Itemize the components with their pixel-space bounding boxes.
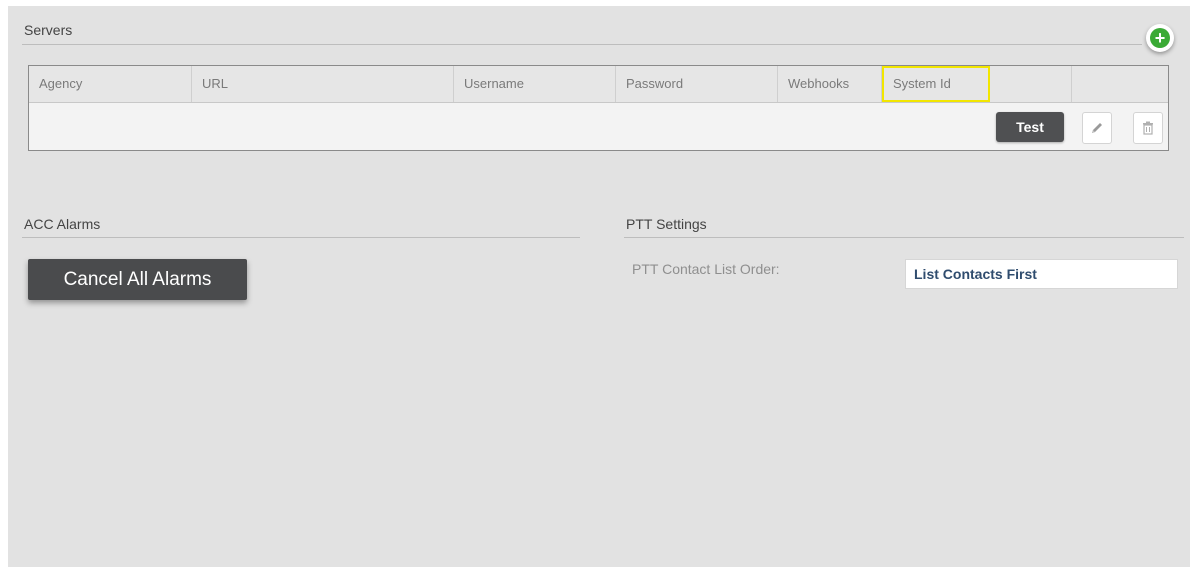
test-button[interactable]: Test <box>996 112 1064 142</box>
column-header-password[interactable]: Password <box>616 66 778 102</box>
acc-alarms-section-title: ACC Alarms <box>24 216 101 232</box>
ptt-settings-divider <box>624 237 1184 238</box>
trash-icon <box>1143 121 1153 135</box>
cancel-all-alarms-button[interactable]: Cancel All Alarms <box>28 259 247 300</box>
settings-panel: Servers + Agency URL Username Password W… <box>8 6 1190 567</box>
column-header-actions-1 <box>990 66 1072 102</box>
edit-button[interactable] <box>1082 112 1112 144</box>
ptt-contact-list-order-select[interactable]: List Contacts First <box>905 259 1178 289</box>
column-header-webhooks[interactable]: Webhooks <box>778 66 882 102</box>
column-header-actions-2 <box>1072 66 1168 102</box>
servers-section-title: Servers <box>24 22 73 38</box>
delete-button[interactable] <box>1133 112 1163 144</box>
servers-table: Agency URL Username Password Webhooks Sy… <box>28 65 1169 151</box>
ptt-contact-list-order-label: PTT Contact List Order: <box>632 261 780 277</box>
add-server-button[interactable]: + <box>1146 24 1174 52</box>
column-header-url[interactable]: URL <box>192 66 454 102</box>
servers-divider <box>22 44 1142 45</box>
column-header-username[interactable]: Username <box>454 66 616 102</box>
servers-table-header: Agency URL Username Password Webhooks Sy… <box>29 66 1168 103</box>
column-header-system-id[interactable]: System Id <box>882 66 990 102</box>
ptt-settings-section-title: PTT Settings <box>626 216 707 232</box>
column-header-agency[interactable]: Agency <box>29 66 192 102</box>
acc-alarms-divider <box>22 237 580 238</box>
pencil-icon <box>1092 123 1102 133</box>
plus-circle-icon: + <box>1150 28 1170 48</box>
